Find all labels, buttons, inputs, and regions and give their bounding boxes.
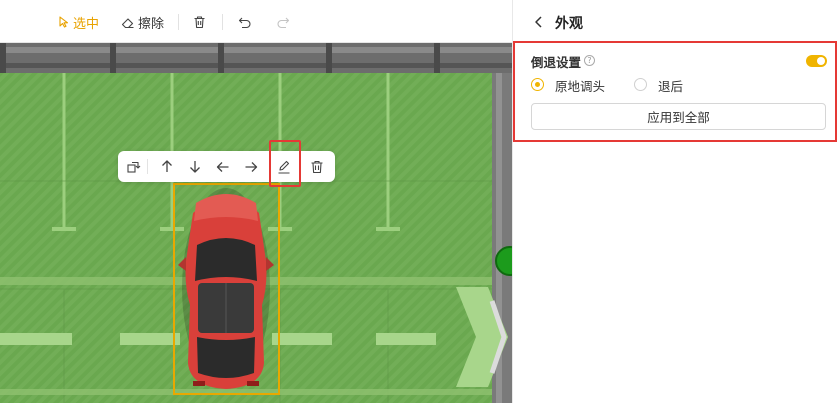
item-toolbar-divider xyxy=(147,159,148,174)
cursor-icon xyxy=(59,16,69,28)
radio-back-up[interactable] xyxy=(634,78,647,91)
toolbar-divider xyxy=(178,14,179,30)
select-tool-label: 选中 xyxy=(73,16,100,32)
move-left-button[interactable] xyxy=(213,157,233,177)
chevron-left-icon[interactable] xyxy=(531,14,547,30)
select-tool-button[interactable]: 选中 xyxy=(58,13,100,32)
trash-icon xyxy=(311,160,323,174)
panel-title: 外观 xyxy=(555,16,583,32)
reverse-settings-toggle[interactable] xyxy=(806,55,827,67)
arrow-left-icon xyxy=(216,162,229,172)
eraser-icon xyxy=(121,17,134,28)
toolbar-divider xyxy=(222,14,223,30)
move-up-button[interactable] xyxy=(157,157,177,177)
car-selection-box[interactable] xyxy=(173,183,280,395)
rotate-button[interactable] xyxy=(124,157,144,177)
radio-back-up-label[interactable]: 退后 xyxy=(658,76,683,95)
erase-tool-label: 擦除 xyxy=(138,16,165,32)
delete-item-button[interactable] xyxy=(307,157,327,177)
apply-to-all-button[interactable]: 应用到全部 xyxy=(531,103,826,130)
rotate-icon xyxy=(127,161,141,173)
help-icon[interactable]: ? xyxy=(584,55,595,66)
radio-turn-in-place[interactable] xyxy=(531,78,544,91)
delete-button[interactable] xyxy=(193,13,206,31)
trash-icon xyxy=(194,16,205,29)
move-down-button[interactable] xyxy=(185,157,205,177)
edit-button-highlight xyxy=(269,140,301,187)
item-toolbar xyxy=(118,151,335,182)
arrow-up-icon xyxy=(162,160,172,172)
app-root: 选中 擦除 外观 倒退设置 ? 原地调头 退后 应用到全部 xyxy=(0,0,837,403)
arrow-down-icon xyxy=(190,161,200,173)
reverse-settings-title: 倒退设置 xyxy=(531,55,582,70)
undo-icon xyxy=(238,17,251,28)
editor-canvas[interactable] xyxy=(0,43,512,403)
appearance-panel: 外观 倒退设置 ? 原地调头 退后 应用到全部 xyxy=(512,0,837,403)
erase-tool-button[interactable]: 擦除 xyxy=(121,13,165,32)
top-toolbar: 选中 擦除 xyxy=(0,0,512,43)
redo-button[interactable] xyxy=(276,13,290,31)
redo-icon xyxy=(277,17,290,28)
undo-button[interactable] xyxy=(238,13,252,31)
move-right-button[interactable] xyxy=(241,157,261,177)
radio-turn-in-place-label[interactable]: 原地调头 xyxy=(555,76,605,95)
arrow-right-icon xyxy=(245,162,258,172)
